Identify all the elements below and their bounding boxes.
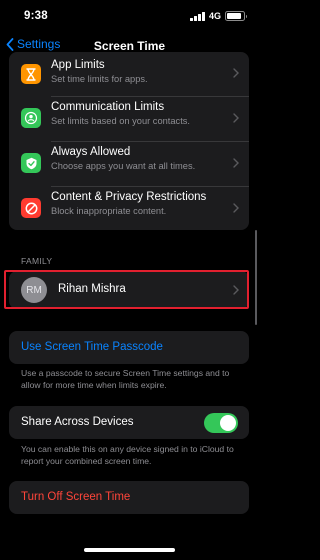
family-section-header: FAMILY <box>21 256 53 266</box>
row-subtitle: Choose apps you want at all times. <box>51 161 196 171</box>
row-subtitle: Set time limits for apps. <box>51 74 148 84</box>
use-passcode-button[interactable]: Use Screen Time Passcode <box>21 341 163 353</box>
always-allowed-row[interactable]: Always Allowed Choose apps you want at a… <box>9 141 249 186</box>
share-note: You can enable this on any device signed… <box>21 444 234 466</box>
page-title: Screen Time <box>93 39 166 53</box>
chevron-right-icon <box>233 203 239 213</box>
share-across-devices-label: Share Across Devices <box>21 416 134 428</box>
row-subtitle: Block inappropriate content. <box>51 206 167 216</box>
turn-off-group: Turn Off Screen Time <box>9 481 249 514</box>
cellular-signal-icon <box>190 11 205 21</box>
row-title: Communication Limits <box>51 101 165 113</box>
app-limits-row[interactable]: App Limits Set time limits for apps. <box>9 52 249 96</box>
toggle-knob <box>220 415 236 431</box>
battery-icon <box>225 11 247 21</box>
chevron-right-icon <box>233 113 239 123</box>
status-time: 9:38 <box>24 10 48 22</box>
checkmark-icon <box>21 153 41 173</box>
chevron-right-icon <box>233 158 239 168</box>
scroll-indicator[interactable] <box>254 230 257 325</box>
share-group: Share Across Devices <box>9 406 249 439</box>
highlight-annotation <box>4 270 249 309</box>
battery-level <box>227 13 241 19</box>
person-bubble-icon <box>21 108 41 128</box>
row-title: App Limits <box>51 59 105 71</box>
hourglass-icon <box>21 64 41 84</box>
communication-limits-row[interactable]: Communication Limits Set limits based on… <box>9 96 249 141</box>
status-indicators: 4G <box>190 11 247 21</box>
share-across-devices-toggle[interactable] <box>204 413 238 433</box>
network-type: 4G <box>208 11 221 21</box>
turn-off-screen-time-button[interactable]: Turn Off Screen Time <box>21 491 130 503</box>
status-bar: 9:38 4G <box>0 0 259 32</box>
row-title: Always Allowed <box>51 146 131 158</box>
no-entry-icon <box>21 198 41 218</box>
home-indicator[interactable] <box>84 548 175 552</box>
row-title: Content & Privacy Restrictions <box>51 191 207 203</box>
row-subtitle: Set limits based on your contacts. <box>51 116 191 126</box>
limits-group: App Limits Set time limits for apps. Com… <box>9 52 249 230</box>
passcode-group: Use Screen Time Passcode <box>9 331 249 364</box>
passcode-note: Use a passcode to secure Screen Time set… <box>21 368 230 390</box>
chevron-right-icon <box>233 68 239 78</box>
content-privacy-row[interactable]: Content & Privacy Restrictions Block ina… <box>9 186 249 230</box>
screen: 9:38 4G Settings Screen Time App Limits … <box>0 0 259 560</box>
